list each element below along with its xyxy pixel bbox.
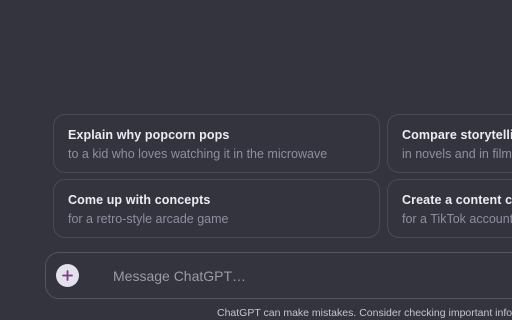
suggestion-card-popcorn[interactable]: Explain why popcorn pops to a kid who lo… xyxy=(53,114,380,173)
suggestion-title: Explain why popcorn pops xyxy=(68,128,230,142)
plus-icon xyxy=(62,270,73,281)
suggestion-card-content-calendar[interactable]: Create a content calendar for a TikTok a… xyxy=(387,179,512,238)
suggestion-subtitle: for a retro-style arcade game xyxy=(68,212,229,226)
suggestion-subtitle: in novels and in films xyxy=(402,147,512,161)
suggestion-subtitle: to a kid who loves watching it in the mi… xyxy=(68,147,328,161)
suggestion-title: Come up with concepts xyxy=(68,193,211,207)
suggestion-title: Create a content calendar xyxy=(402,193,512,207)
message-composer xyxy=(45,252,512,299)
disclaimer-text: ChatGPT can make mistakes. Consider chec… xyxy=(217,307,512,319)
attach-button[interactable] xyxy=(56,264,79,287)
suggestion-card-concepts[interactable]: Come up with concepts for a retro-style … xyxy=(53,179,380,238)
suggestion-subtitle: for a TikTok account xyxy=(402,212,512,226)
chat-page: Explain why popcorn pops to a kid who lo… xyxy=(0,0,512,320)
message-input[interactable] xyxy=(113,265,512,287)
suggestion-card-storytelling[interactable]: Compare storytelling in novels and in fi… xyxy=(387,114,512,173)
suggestion-title: Compare storytelling xyxy=(402,128,512,142)
